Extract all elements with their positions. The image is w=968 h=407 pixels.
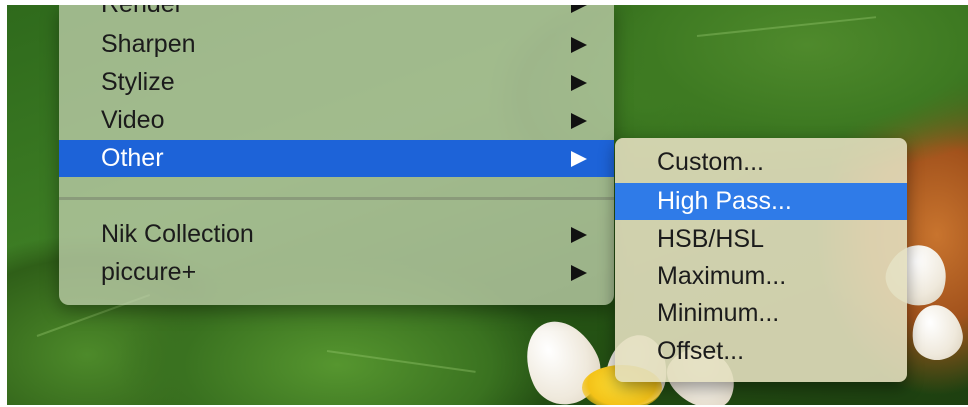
menu-item-piccure[interactable]: piccure+ bbox=[59, 254, 614, 291]
submenu-item-maximum[interactable]: Maximum... bbox=[615, 258, 907, 295]
submenu-item-label: Offset... bbox=[657, 337, 745, 365]
leaf-vein bbox=[326, 350, 476, 373]
triangle-right-icon bbox=[571, 151, 587, 167]
submenu-item-offset[interactable]: Offset... bbox=[615, 333, 907, 370]
triangle-right-icon bbox=[571, 75, 587, 91]
menu-item-label: Other bbox=[101, 144, 164, 172]
menu-item-nik-collection[interactable]: Nik Collection bbox=[59, 216, 614, 253]
triangle-right-icon bbox=[571, 37, 587, 53]
submenu-item-label: Maximum... bbox=[657, 262, 787, 290]
lotus-petal bbox=[907, 301, 967, 364]
submenu-item-label: High Pass... bbox=[657, 187, 792, 215]
triangle-right-icon bbox=[571, 5, 587, 13]
leaf-vein bbox=[696, 16, 877, 37]
submenu-item-minimum[interactable]: Minimum... bbox=[615, 295, 907, 332]
submenu-item-label: HSB/HSL bbox=[657, 225, 764, 253]
menu-item-render[interactable]: Render bbox=[59, 5, 614, 23]
menu-item-label: Nik Collection bbox=[101, 220, 254, 248]
menu-item-label: Stylize bbox=[101, 68, 175, 96]
menu-item-label: Video bbox=[101, 106, 165, 134]
menu-item-stylize[interactable]: Stylize bbox=[59, 64, 614, 101]
menu-item-label: Sharpen bbox=[101, 30, 196, 58]
submenu-item-high-pass[interactable]: High Pass... bbox=[615, 183, 907, 220]
submenu-item-label: Minimum... bbox=[657, 299, 780, 327]
submenu-item-label: Custom... bbox=[657, 148, 764, 176]
menu-separator bbox=[59, 197, 614, 200]
menu-item-label: Render bbox=[101, 5, 183, 23]
menu-item-sharpen[interactable]: Sharpen bbox=[59, 26, 614, 63]
triangle-right-icon bbox=[571, 265, 587, 281]
photo-background: Render Sharpen Stylize Video Other Nik C… bbox=[7, 5, 968, 405]
submenu-item-hsb-hsl[interactable]: HSB/HSL bbox=[615, 221, 907, 258]
submenu-item-custom[interactable]: Custom... bbox=[615, 144, 907, 181]
filter-menu: Render Sharpen Stylize Video Other Nik C… bbox=[59, 5, 614, 305]
menu-item-other[interactable]: Other bbox=[59, 140, 614, 177]
other-submenu: Custom... High Pass... HSB/HSL Maximum..… bbox=[615, 138, 907, 382]
triangle-right-icon bbox=[571, 113, 587, 129]
menu-item-label: piccure+ bbox=[101, 258, 197, 286]
menu-item-video[interactable]: Video bbox=[59, 102, 614, 139]
triangle-right-icon bbox=[571, 227, 587, 243]
